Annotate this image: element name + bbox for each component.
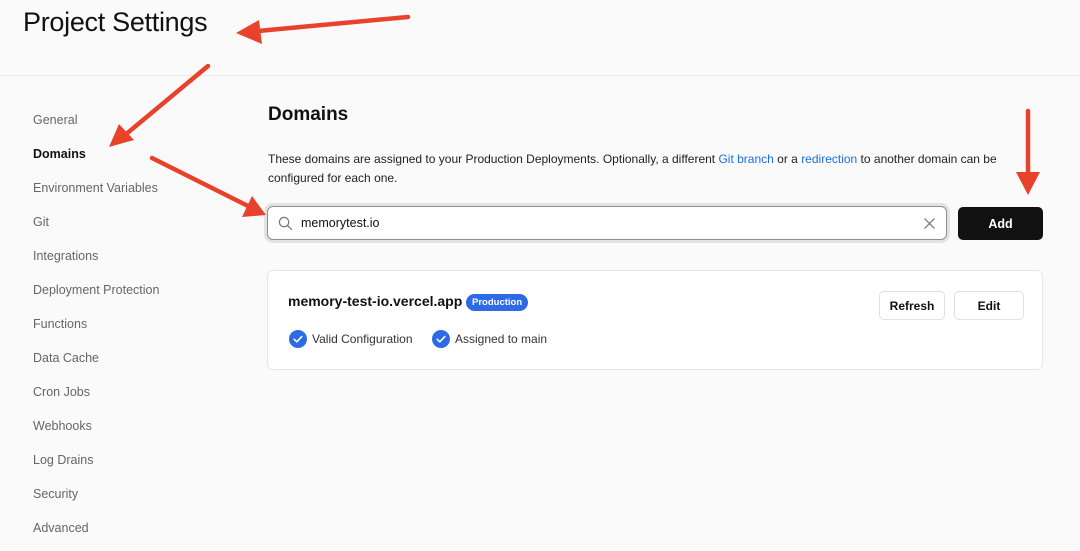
status-label: Assigned to main: [455, 332, 548, 346]
sidebar-item-functions[interactable]: Functions: [33, 307, 159, 341]
domain-search-input[interactable]: [301, 213, 901, 233]
domain-card: memory-test-io.vercel.app Production Ref…: [267, 270, 1043, 370]
page-title: Project Settings: [23, 7, 208, 37]
edit-button[interactable]: Edit: [954, 291, 1024, 320]
sidebar-item-webhooks[interactable]: Webhooks: [33, 409, 159, 443]
sidebar-item-security[interactable]: Security: [33, 477, 159, 511]
sidebar-item-deployment-protection[interactable]: Deployment Protection: [33, 273, 159, 307]
sidebar-item-cron-jobs[interactable]: Cron Jobs: [33, 375, 159, 409]
sidebar-item-integrations[interactable]: Integrations: [33, 239, 159, 273]
sidebar-item-data-cache[interactable]: Data Cache: [33, 341, 159, 375]
domain-search-box[interactable]: [267, 206, 947, 240]
sidebar-item-environment-variables[interactable]: Environment Variables: [33, 171, 159, 205]
sidebar-item-general[interactable]: General: [33, 103, 159, 137]
section-description: These domains are assigned to your Produ…: [268, 150, 1033, 188]
domain-name[interactable]: memory-test-io.vercel.app: [288, 293, 462, 309]
description-text: or a: [773, 152, 802, 166]
add-domain-button[interactable]: Add: [958, 207, 1043, 240]
sidebar-item-domains[interactable]: Domains: [33, 137, 159, 171]
sidebar-item-git[interactable]: Git: [33, 205, 159, 239]
redirection-link[interactable]: redirection: [801, 152, 857, 166]
arrow-to-search-head: [242, 196, 266, 217]
close-icon[interactable]: [923, 217, 936, 230]
git-branch-link[interactable]: Git branch: [718, 152, 773, 166]
production-badge: Production: [466, 294, 529, 311]
status-assigned-branch: Assigned to main: [432, 330, 547, 348]
sidebar-item-advanced[interactable]: Advanced: [33, 511, 159, 545]
arrow-to-search: [149, 155, 251, 209]
status-label: Valid Configuration: [312, 332, 413, 346]
page-header: Project Settings: [0, 0, 1080, 76]
check-circle-icon: [432, 330, 450, 348]
search-icon: [278, 216, 293, 231]
status-valid-configuration: Valid Configuration: [289, 330, 413, 348]
sidebar-item-log-drains[interactable]: Log Drains: [33, 443, 159, 477]
refresh-button[interactable]: Refresh: [879, 291, 945, 320]
section-title: Domains: [268, 104, 349, 125]
settings-sidebar: General Domains Environment Variables Gi…: [33, 103, 159, 545]
description-text: These domains are assigned to your Produ…: [268, 152, 719, 166]
check-circle-icon: [289, 330, 307, 348]
